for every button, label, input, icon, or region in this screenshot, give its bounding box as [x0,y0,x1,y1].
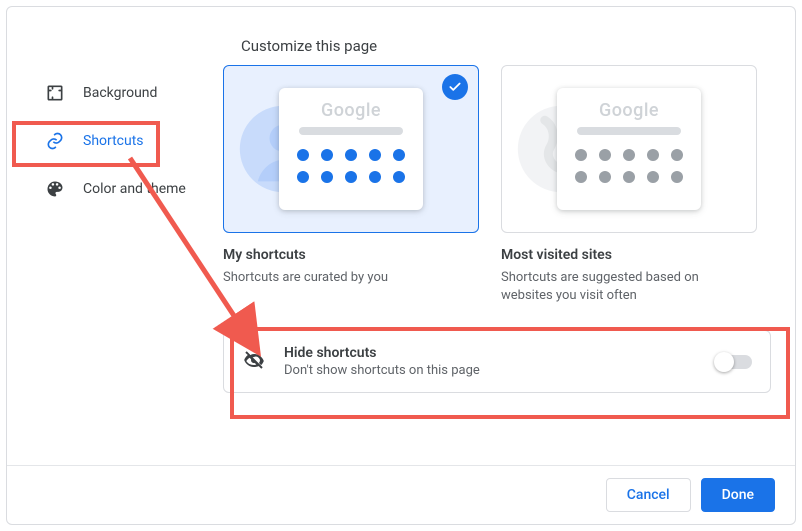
sidebar: Background Shortcuts Color and them [27,35,217,455]
sidebar-item-label: Color and theme [83,181,186,197]
option-subtitle: Shortcuts are suggested based on website… [501,269,751,304]
option-my-shortcuts-tile[interactable]: Google [223,65,479,233]
hide-title: Hide shortcuts [284,345,698,361]
option-title: My shortcuts [223,247,479,263]
sidebar-item-label: Background [83,85,157,101]
main-panel: Google My shortcuts Shortcuts are curate… [217,35,771,455]
option-most-visited-tile[interactable]: Google [501,65,757,233]
dialog-title: Customize this page [241,37,377,55]
hide-shortcuts-row: Hide shortcuts Don't show shortcuts on t… [223,330,771,393]
eye-off-icon [242,348,266,376]
check-icon [442,74,468,100]
hide-text: Hide shortcuts Don't show shortcuts on t… [284,345,698,378]
sidebar-item-background[interactable]: Background [27,75,217,111]
preview-logo: Google [557,88,701,121]
palette-icon [45,179,65,199]
preview-card: Google [279,88,423,210]
link-icon [45,131,65,151]
option-my-shortcuts: Google My shortcuts Shortcuts are curate… [223,65,479,304]
background-icon [45,83,65,103]
option-most-visited: Google Most visited sites Shortcuts are … [501,65,757,304]
option-subtitle: Shortcuts are curated by you [223,269,473,287]
preview-search-bar [299,127,403,135]
preview-search-bar [577,127,681,135]
preview-card: Google [557,88,701,210]
done-button[interactable]: Done [701,478,775,512]
option-cards: Google My shortcuts Shortcuts are curate… [223,65,771,304]
toggle-knob [714,352,734,372]
preview-dots [557,149,701,183]
sidebar-item-label: Shortcuts [83,133,144,149]
customize-dialog: Customize this page Background [6,6,796,525]
hide-subtitle: Don't show shortcuts on this page [284,363,698,378]
cancel-button[interactable]: Cancel [606,478,691,512]
option-title: Most visited sites [501,247,757,263]
dialog-body: Background Shortcuts Color and them [7,7,795,465]
sidebar-item-color-theme[interactable]: Color and theme [27,171,217,207]
dialog-footer: Cancel Done [7,465,795,524]
sidebar-item-shortcuts[interactable]: Shortcuts [27,123,217,159]
preview-logo: Google [279,88,423,121]
hide-shortcuts-toggle[interactable] [716,355,752,369]
preview-dots [279,149,423,183]
